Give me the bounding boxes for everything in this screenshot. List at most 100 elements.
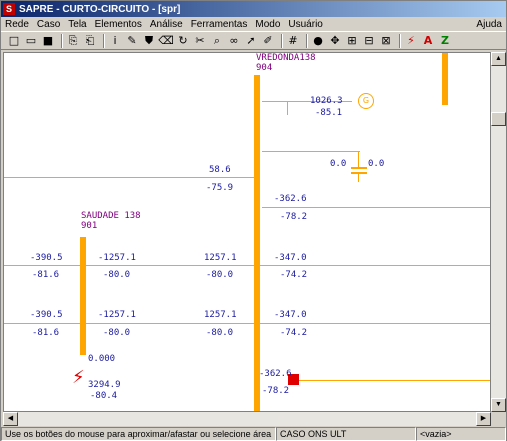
generator-stub [287,101,288,115]
capacitor-left-value: 0.0 [330,159,347,169]
report-icon[interactable]: ⊞ [345,34,359,48]
brush-icon[interactable]: ✐ [261,34,275,48]
status-bar: Use os botões do mouse para aproximar/af… [1,427,506,441]
row1-a1: -390.5 [30,253,63,263]
right-upper-line-p: -362.6 [274,194,307,204]
menu-ferramentas[interactable]: Ferramentas [187,19,252,30]
line-row-2[interactable] [4,323,490,324]
new-file-icon[interactable]: □ [7,34,21,48]
status-case: CASO ONS ULT [276,427,416,441]
row2-d1: -347.0 [274,310,307,320]
toolbar-separator [399,34,401,48]
fault-bolt-icon: ⚡ [72,367,85,388]
bus-saudade-number: 901 [81,221,98,231]
toolbar-separator [281,34,283,48]
row2-a2: -81.6 [32,328,60,338]
bus-vredonda-number: 904 [256,63,273,73]
cut-icon[interactable]: ✂ [193,34,207,48]
menu-modo[interactable]: Modo [251,19,284,30]
bottom-line-q: -78.2 [262,386,290,396]
menu-tela[interactable]: Tela [64,19,90,30]
scroll-right-icon[interactable]: ▶ [476,412,491,426]
line-right-upper[interactable] [262,207,490,208]
toolbar-separator [306,34,308,48]
row1-d2: -74.2 [280,270,308,280]
line-row-1[interactable] [4,265,490,266]
left-line-q: -75.9 [206,183,234,193]
right-upper-line-q: -78.2 [280,212,308,222]
toolbar: □ ▭ ■ ⎘ ⎗ i ✎ ⛊ ⌫ ↻ ✂ ⌕ ∞ ➚ ✐ # ● ✥ ⊞ ⊟ ⊠ ⚡ A Z [1,33,506,50]
one-line-diagram-canvas[interactable]: G ⚡ VREDONDA138 904 SAUDADE 138 901 1026… [3,52,491,412]
fault-p: 3294.9 [88,380,121,390]
menu-analise[interactable]: Análise [146,19,187,30]
menu-rede[interactable]: Rede [1,19,33,30]
horizontal-scrollbar[interactable]: ◀ ▶ [3,412,491,426]
color-icon[interactable]: ● [311,34,325,48]
menu-ajuda[interactable]: Ajuda [472,19,506,30]
capacitor-plate-icon [351,172,367,174]
bus-saudade-name: SAUDADE 138 [81,211,141,221]
row1-c1: 1257.1 [204,253,237,263]
title-bar: S SAPRE - CURTO-CIRCUITO - [spr] [1,1,506,17]
line-bottom[interactable] [298,380,490,381]
line-left-upper[interactable] [4,177,254,178]
capacitor-icon[interactable] [351,167,367,169]
capacitor-ground-icon [358,174,359,182]
vertical-scrollbar[interactable]: ▲ ▼ [491,52,506,412]
stamp-icon[interactable]: ⛊ [142,34,156,48]
row2-b1: -1257.1 [98,310,136,320]
pencil-icon[interactable]: ✎ [125,34,139,48]
grid-icon[interactable]: # [286,34,300,48]
status-selection: <vazia> [416,427,506,441]
info-icon[interactable]: i [108,34,122,48]
row2-d2: -74.2 [280,328,308,338]
bus-vredonda-name: VREDONDA138 [256,53,316,63]
menu-usuario[interactable]: Usuário [284,19,326,30]
capacitor-link [262,151,360,152]
saudade-shunt-value: 0.000 [88,354,116,364]
save-icon[interactable]: ■ [41,34,55,48]
status-hint: Use os botões do mouse para aproximar/af… [1,427,276,441]
scroll-down-icon[interactable]: ▼ [491,398,506,412]
row1-a2: -81.6 [32,270,60,280]
menu-caso[interactable]: Caso [33,19,64,30]
window-title: SAPRE - CURTO-CIRCUITO - [spr] [19,3,181,15]
row1-c2: -80.0 [206,270,234,280]
generator-icon[interactable]: G [358,93,374,109]
capacitor-right-value: 0.0 [368,159,385,169]
toolbar-separator [61,34,63,48]
vertical-scroll-thumb[interactable] [491,112,506,126]
generator-p: 1026.3 [310,96,343,106]
open-folder-icon[interactable]: ▭ [24,34,38,48]
move-icon[interactable]: ✥ [328,34,342,48]
menu-elementos[interactable]: Elementos [91,19,146,30]
z-icon[interactable]: Z [438,34,452,48]
export-icon[interactable]: ⊠ [379,34,393,48]
fault-icon[interactable]: ⚡ [404,34,418,48]
application-window: S SAPRE - CURTO-CIRCUITO - [spr] Rede Ca… [0,0,507,441]
row1-b2: -80.0 [103,270,131,280]
row2-a1: -390.5 [30,310,63,320]
eraser-icon[interactable]: ⌫ [158,34,174,48]
row2-c1: 1257.1 [204,310,237,320]
row2-b2: -80.0 [103,328,131,338]
scroll-up-icon[interactable]: ▲ [491,52,506,66]
app-icon: S [3,3,15,15]
bottom-line-p: -362.6 [259,369,292,379]
zoom-icon[interactable]: ⌕ [210,34,224,48]
bus-vredonda[interactable] [254,75,260,411]
arrow-icon[interactable]: ➚ [244,34,258,48]
fault-q: -80.4 [90,391,118,401]
row1-d1: -347.0 [274,253,307,263]
refresh-icon[interactable]: ↻ [176,34,190,48]
generator-q: -85.1 [315,108,343,118]
a-icon[interactable]: A [421,34,435,48]
copy-icon[interactable]: ⎘ [66,34,80,48]
row2-c2: -80.0 [206,328,234,338]
link-icon[interactable]: ∞ [227,34,241,48]
bus-upper-right[interactable] [442,53,448,105]
bus-saudade[interactable] [80,237,86,355]
paste-icon[interactable]: ⎗ [83,34,97,48]
grid-view-icon[interactable]: ⊟ [362,34,376,48]
scroll-left-icon[interactable]: ◀ [3,412,18,426]
